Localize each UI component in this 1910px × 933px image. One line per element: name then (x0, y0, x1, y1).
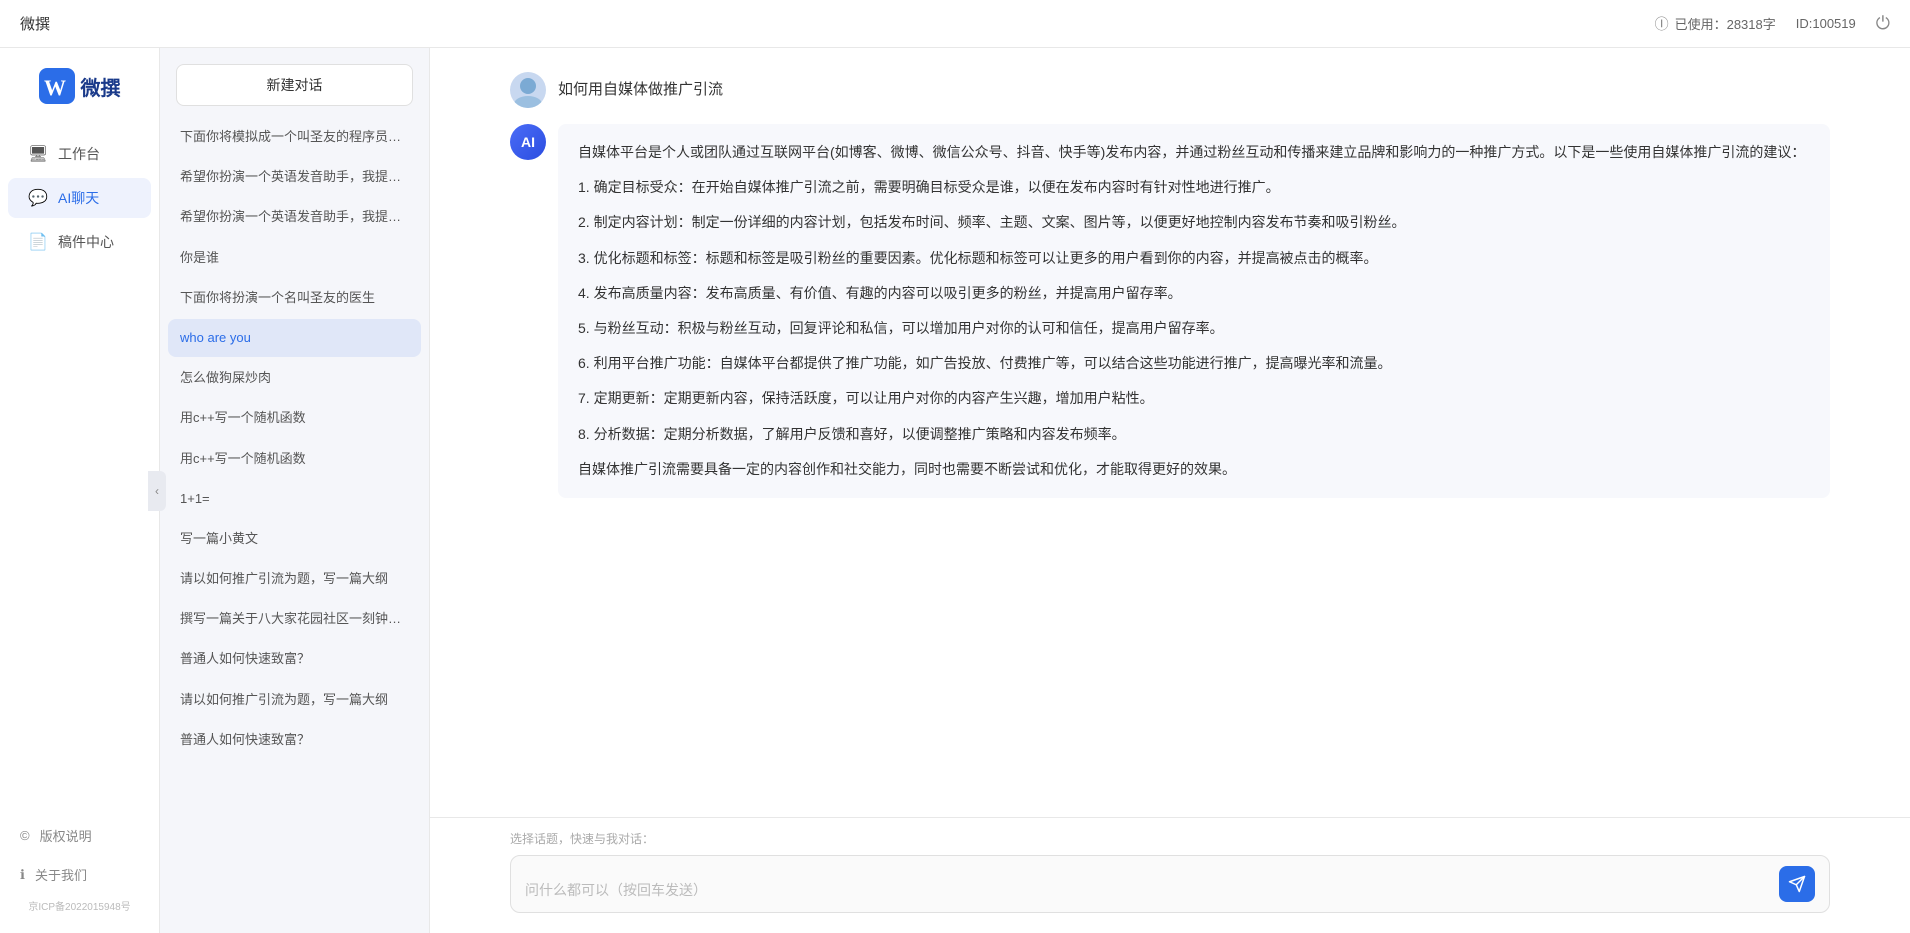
chat-list-item[interactable]: 写一篇小黄文 (168, 520, 421, 558)
icp-text: 京ICP备2022015948号 (0, 894, 159, 917)
chat-list-item[interactable]: 撰写一篇关于八大家花园社区一刻钟便民生... (168, 600, 421, 638)
send-button[interactable] (1779, 866, 1815, 902)
user-message: 如何用自媒体做推广引流 (510, 72, 1830, 108)
ai-paragraph: 6. 利用平台推广功能：自媒体平台都提供了推广功能，如广告投放、付费推广等，可以… (578, 351, 1810, 376)
copyright-icon: © (20, 828, 30, 843)
chat-list-item[interactable]: 怎么做狗屎炒肉 (168, 359, 421, 397)
ai-paragraph: 4. 发布高质量内容：发布高质量、有价值、有趣的内容可以吸引更多的粉丝，并提高用… (578, 281, 1810, 306)
chat-list-item[interactable]: 1+1= (168, 480, 421, 518)
logo-text: 微撰 (81, 72, 121, 101)
usage-text: 已使用：28318字 (1675, 14, 1776, 33)
ai-paragraph: 8. 分析数据：定期分析数据，了解用户反馈和喜好，以便调整推广策略和内容发布频率… (578, 422, 1810, 447)
topbar-right: Ⓘ 已使用：28318字 ID:100519 ⏻ (1655, 13, 1890, 34)
user-avatar (510, 72, 546, 108)
sidebar-about-label: 关于我们 (35, 865, 87, 884)
sidebar-copyright-label: 版权说明 (40, 826, 92, 845)
sidebar-item-ai-chat[interactable]: 💬 AI聊天 (8, 178, 151, 218)
ai-paragraph: 自媒体平台是个人或团队通过互联网平台(如博客、微博、微信公众号、抖音、快手等)发… (578, 140, 1810, 165)
chat-list-item[interactable]: 希望你扮演一个英语发音助手，我提供给你... (168, 158, 421, 196)
quick-topics-label: 选择话题，快速与我对话： (510, 830, 1830, 847)
workbench-icon: 🖥 (28, 144, 48, 164)
collapse-button[interactable]: ‹ (148, 471, 166, 511)
sidebar-item-drafts[interactable]: 📄 稿件中心 (8, 222, 151, 262)
logout-icon[interactable]: ⏻ (1876, 13, 1890, 34)
sidebar-item-workbench-label: 工作台 (58, 144, 100, 164)
logo-area: W 微撰 (29, 68, 131, 104)
sidebar-item-workbench[interactable]: 🖥 工作台 (8, 134, 151, 174)
user-message-text: 如何用自媒体做推广引流 (558, 72, 723, 99)
chat-input[interactable] (525, 880, 1771, 902)
ai-paragraph: 自媒体推广引流需要具备一定的内容创作和社交能力，同时也需要不断尝试和优化，才能取… (578, 457, 1810, 482)
topbar-usage: Ⓘ 已使用：28318字 (1655, 14, 1776, 34)
new-chat-button[interactable]: 新建对话 (176, 64, 413, 106)
logo-icon: W (39, 68, 75, 104)
chat-messages: 如何用自媒体做推广引流 AI 自媒体平台是个人或团队通过互联网平台(如博客、微博… (430, 48, 1910, 817)
send-icon (1788, 875, 1806, 893)
chat-list-item[interactable]: 请以如何推广引流为题，写一篇大纲 (168, 681, 421, 719)
ai-message: AI 自媒体平台是个人或团队通过互联网平台(如博客、微博、微信公众号、抖音、快手… (510, 124, 1830, 498)
chat-list-item[interactable]: 下面你将扮演一个名叫圣友的医生 (168, 279, 421, 317)
topbar-id: ID:100519 (1796, 16, 1856, 31)
sidebar-item-ai-chat-label: AI聊天 (58, 188, 99, 208)
ai-avatar: AI (510, 124, 546, 160)
topbar-title: 微撰 (20, 13, 50, 34)
input-wrapper (510, 855, 1830, 913)
chat-list-item[interactable]: who are you (168, 319, 421, 357)
main-layout: W 微撰 🖥 工作台 💬 AI聊天 📄 稿件中心 © 版权说明 (0, 48, 1910, 933)
ai-paragraph: 5. 与粉丝互动：积极与粉丝互动，回复评论和私信，可以增加用户对你的认可和信任，… (578, 316, 1810, 341)
nav-items: 🖥 工作台 💬 AI聊天 📄 稿件中心 (0, 134, 159, 816)
ai-paragraph: 1. 确定目标受众：在开始自媒体推广引流之前，需要明确目标受众是谁，以便在发布内… (578, 175, 1810, 200)
chat-list-item[interactable]: 普通人如何快速致富？ (168, 721, 421, 759)
input-area: 选择话题，快速与我对话： (430, 817, 1910, 933)
sidebar-item-about[interactable]: ℹ 关于我们 (0, 855, 159, 894)
about-icon: ℹ (20, 867, 25, 883)
ai-paragraph: 2. 制定内容计划：制定一份详细的内容计划，包括发布时间、频率、主题、文案、图片… (578, 210, 1810, 235)
ai-message-content: 自媒体平台是个人或团队通过互联网平台(如博客、微博、微信公众号、抖音、快手等)发… (558, 124, 1830, 498)
chat-list-item[interactable]: 希望你扮演一个英语发音助手，我提供给你... (168, 198, 421, 236)
sidebar-item-drafts-label: 稿件中心 (58, 232, 114, 252)
svg-text:W: W (44, 75, 66, 100)
chat-list-item[interactable]: 下面你将模拟成一个叫圣友的程序员，我说... (168, 118, 421, 156)
chat-list: 下面你将模拟成一个叫圣友的程序员，我说...希望你扮演一个英语发音助手，我提供给… (160, 114, 429, 933)
ai-paragraph: 3. 优化标题和标签：标题和标签是吸引粉丝的重要因素。优化标题和标签可以让更多的… (578, 246, 1810, 271)
chat-list-item[interactable]: 用c++写一个随机函数 (168, 399, 421, 437)
sidebar-bottom: © 版权说明 ℹ 关于我们 京ICP备2022015948号 (0, 816, 159, 933)
chat-list-panel: 新建对话 下面你将模拟成一个叫圣友的程序员，我说...希望你扮演一个英语发音助手… (160, 48, 430, 933)
topbar: 微撰 Ⓘ 已使用：28318字 ID:100519 ⏻ (0, 0, 1910, 48)
message-block: 如何用自媒体做推广引流 AI 自媒体平台是个人或团队通过互联网平台(如博客、微博… (510, 72, 1830, 498)
usage-icon: Ⓘ (1655, 14, 1669, 34)
chat-list-item[interactable]: 用c++写一个随机函数 (168, 440, 421, 478)
chat-area: 如何用自媒体做推广引流 AI 自媒体平台是个人或团队通过互联网平台(如博客、微博… (430, 48, 1910, 933)
sidebar: W 微撰 🖥 工作台 💬 AI聊天 📄 稿件中心 © 版权说明 (0, 48, 160, 933)
chat-list-item[interactable]: 请以如何推广引流为题，写一篇大纲 (168, 560, 421, 598)
chat-list-item[interactable]: 你是谁 (168, 239, 421, 277)
ai-chat-icon: 💬 (28, 188, 48, 208)
ai-paragraph: 7. 定期更新：定期更新内容，保持活跃度，可以让用户对你的内容产生兴趣，增加用户… (578, 386, 1810, 411)
drafts-icon: 📄 (28, 232, 48, 252)
sidebar-item-copyright[interactable]: © 版权说明 (0, 816, 159, 855)
chat-list-item[interactable]: 普通人如何快速致富？ (168, 640, 421, 678)
